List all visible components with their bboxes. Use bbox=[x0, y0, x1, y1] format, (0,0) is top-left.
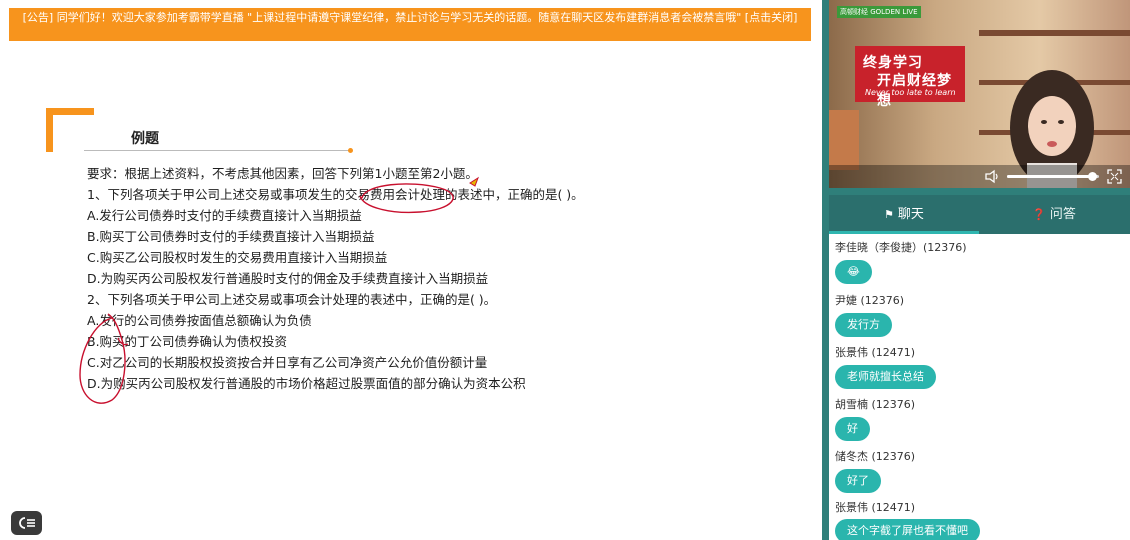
menu-icon bbox=[18, 517, 35, 529]
message-sender: 胡雪楠 (12376) bbox=[835, 398, 916, 411]
title-underline bbox=[84, 150, 350, 151]
q2-option-b: B.购买的丁公司债券确认为债权投资 bbox=[87, 334, 288, 349]
chat-tabs: ⚑ 聊天 ❓ 问答 bbox=[829, 195, 1130, 234]
message-bubble: 老师就擅长总结 bbox=[835, 365, 936, 389]
question-1: 1、下列各项关于甲公司上述交易或事项发生的交易费用会计处理的表述中，正确的是( … bbox=[87, 187, 584, 202]
volume-knob[interactable] bbox=[1087, 172, 1097, 181]
message-sender: 尹婕 (12376) bbox=[835, 294, 905, 307]
tab-qa[interactable]: ❓ 问答 bbox=[979, 195, 1129, 234]
tab-chat[interactable]: ⚑ 聊天 bbox=[829, 195, 979, 234]
message-bubble: 😂 bbox=[835, 260, 872, 284]
bookshelf bbox=[979, 30, 1130, 36]
furniture bbox=[829, 110, 859, 170]
q2-option-d: D.为购买丙公司股权发行普通股的市场价格超过股票面值的部分确认为资本公积 bbox=[87, 376, 526, 391]
volume-slider[interactable] bbox=[1007, 172, 1099, 181]
message-sender: 张景伟 (12471) bbox=[835, 346, 916, 359]
q2-option-c: C.对乙公司的长期股权投资按合并日享有乙公司净资产公允价值份额计量 bbox=[87, 355, 488, 370]
poster-line-1: 终身学习 bbox=[863, 55, 923, 71]
fullscreen-icon[interactable] bbox=[1107, 169, 1122, 184]
title-bracket-decoration bbox=[46, 108, 94, 152]
q1-option-c: C.购买乙公司股权时发生的交易费用直接计入当期损益 bbox=[87, 250, 388, 265]
menu-toggle-button[interactable] bbox=[11, 511, 42, 535]
tab-chat-label: 聊天 bbox=[897, 207, 924, 222]
teacher-video[interactable]: 高顿财经 GOLDEN LIVE 终身学习 开启财经梦想 Never too l… bbox=[829, 0, 1130, 188]
message-sender: 李佳晓（李俊捷）(12376) bbox=[835, 241, 967, 254]
q2-option-a: A.发行的公司债券按面值总额确认为负债 bbox=[87, 313, 312, 328]
message-bubble: 好 bbox=[835, 417, 870, 441]
video-controls bbox=[829, 165, 1130, 188]
question-content: 要求：根据上述资料，不考虑其他因素，回答下列第1小题至第2小题。 1、下列各项关… bbox=[87, 163, 807, 394]
announcement-banner[interactable]: [公告] 同学们好！欢迎大家参加考霸带学直播 "上课过程中请遵守课堂纪律，禁止讨… bbox=[9, 8, 811, 41]
message-sender: 张景伟 (12471) bbox=[835, 501, 916, 514]
brand-logo: 高顿财经 GOLDEN LIVE bbox=[837, 6, 921, 18]
message-bubble: 这个字截了屏也看不懂吧 bbox=[835, 519, 980, 540]
tab-qa-label: 问答 bbox=[1049, 207, 1076, 222]
wall-poster: 终身学习 开启财经梦想 Never too late to learn bbox=[855, 46, 965, 109]
slide-area: [公告] 同学们好！欢迎大家参加考霸带学直播 "上课过程中请遵守课堂纪律，禁止讨… bbox=[0, 0, 822, 540]
question-2: 2、下列各项关于甲公司上述交易或事项会计处理的表述中，正确的是( )。 bbox=[87, 292, 497, 307]
message-sender: 储冬杰 (12376) bbox=[835, 450, 916, 463]
chat-panel: ⚑ 聊天 ❓ 问答 李佳晓（李俊捷）(12376) 😂 尹婕 (12376) 发行方… bbox=[829, 195, 1130, 540]
example-title: 例题 bbox=[131, 131, 159, 147]
message-bubble: 好了 bbox=[835, 469, 881, 493]
title-underline-dot bbox=[348, 148, 353, 153]
requirement-text: 要求：根据上述资料，不考虑其他因素，回答下列第1小题至第2小题。 bbox=[87, 166, 478, 181]
chat-icon: ⚑ bbox=[884, 208, 894, 221]
poster-line-3: Never too late to learn bbox=[865, 88, 956, 97]
message-bubble: 发行方 bbox=[835, 313, 892, 337]
q1-option-b: B.购买丁公司债券时支付的手续费直接计入当期损益 bbox=[87, 229, 375, 244]
volume-level bbox=[1007, 175, 1092, 178]
q1-option-a: A.发行公司债券时支付的手续费直接计入当期损益 bbox=[87, 208, 362, 223]
q1-option-d: D.为购买丙公司股权发行普通股时支付的佣金及手续费直接计入当期损益 bbox=[87, 271, 489, 286]
question-icon: ❓ bbox=[1032, 208, 1046, 221]
volume-icon[interactable] bbox=[984, 169, 1000, 184]
